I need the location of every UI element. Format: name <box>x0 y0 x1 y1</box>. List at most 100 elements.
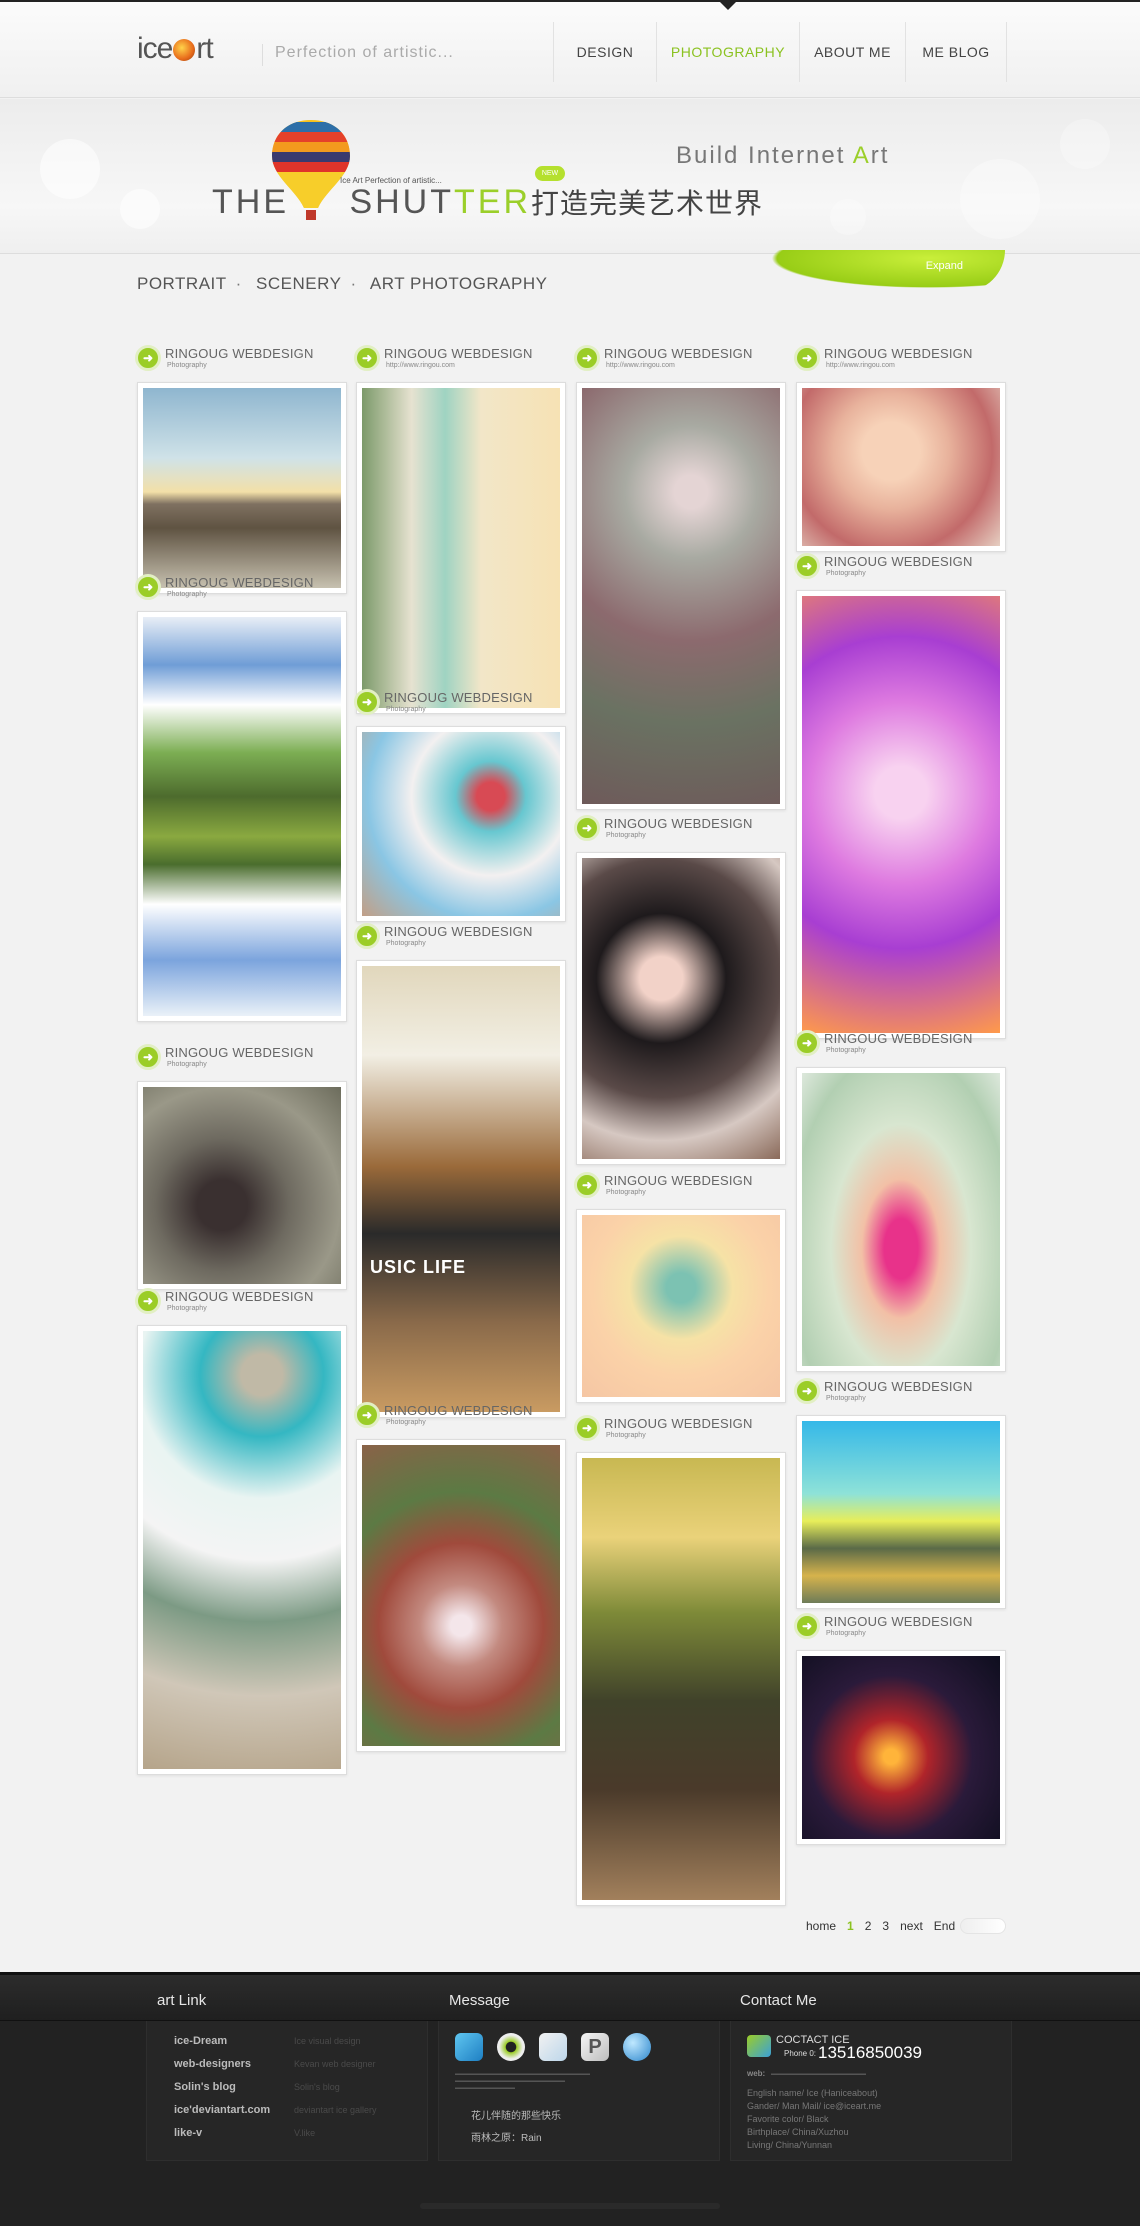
photo-card[interactable]: ➜ RINGOUG WEBDESIGN http://www.ringou.com <box>574 344 786 810</box>
arrow-right-circle-icon[interactable]: ➜ <box>574 1172 600 1198</box>
photo-frame[interactable] <box>576 1452 786 1906</box>
photo-card[interactable]: ➜ RINGOUG WEBDESIGN Photography <box>135 1043 347 1290</box>
arrow-right-circle-icon[interactable]: ➜ <box>135 345 161 371</box>
photo-frame[interactable] <box>576 382 786 810</box>
category-portrait[interactable]: PORTRAIT <box>137 274 227 293</box>
arrow-right-circle-icon[interactable]: ➜ <box>574 815 600 841</box>
photo-frame[interactable]: USIC LIFE <box>356 960 566 1418</box>
footer-link[interactable]: ice'deviantart.com <box>174 2104 270 2116</box>
photo-image[interactable] <box>582 858 780 1159</box>
footer-link[interactable]: ice-Dream <box>174 2035 227 2047</box>
globe-icon[interactable] <box>623 2033 651 2061</box>
page-1-link[interactable]: 1 <box>847 1919 854 1933</box>
photo-card[interactable]: ➜ RINGOUG WEBDESIGN Photography <box>794 1377 1006 1609</box>
photo-image[interactable] <box>582 1458 780 1900</box>
page-2-link[interactable]: 2 <box>865 1919 872 1933</box>
photo-image[interactable] <box>802 596 1000 1033</box>
site-logo[interactable]: ice rt <box>137 32 214 66</box>
card-title[interactable]: RINGOUG WEBDESIGN <box>384 690 533 705</box>
photo-frame[interactable] <box>576 852 786 1165</box>
photo-card[interactable]: ➜ RINGOUG WEBDESIGN Photography <box>794 1612 1006 1845</box>
photo-card[interactable]: ➜ RINGOUG WEBDESIGN Photography <box>354 688 566 922</box>
page-next-link[interactable]: next <box>900 1919 923 1933</box>
photo-image[interactable] <box>362 732 560 916</box>
photo-image[interactable]: USIC LIFE <box>362 966 560 1412</box>
nav-about-me[interactable]: ABOUT ME <box>799 22 905 82</box>
photo-card[interactable]: ➜ RINGOUG WEBDESIGN Photography <box>135 573 347 1022</box>
photo-frame[interactable] <box>356 382 566 714</box>
photo-image[interactable] <box>143 1087 341 1284</box>
nav-photography[interactable]: PHOTOGRAPHY <box>656 22 799 82</box>
photo-frame[interactable] <box>137 1081 347 1290</box>
photo-card[interactable]: ➜ RINGOUG WEBDESIGN Photography <box>135 344 347 594</box>
card-title[interactable]: RINGOUG WEBDESIGN <box>824 1614 973 1629</box>
card-title[interactable]: RINGOUG WEBDESIGN <box>165 346 314 361</box>
photo-image[interactable] <box>362 388 560 708</box>
photo-frame[interactable] <box>576 1209 786 1403</box>
photo-frame[interactable] <box>137 1325 347 1775</box>
photo-image[interactable] <box>362 1445 560 1746</box>
card-title[interactable]: RINGOUG WEBDESIGN <box>824 1379 973 1394</box>
photo-card[interactable]: ➜ RINGOUG WEBDESIGN Photography <box>574 814 786 1165</box>
photo-image[interactable] <box>582 1215 780 1397</box>
photo-image[interactable] <box>582 388 780 804</box>
photo-card[interactable]: ➜ RINGOUG WEBDESIGN Photography <box>794 552 1006 1039</box>
footer-link[interactable]: Solin's blog <box>174 2081 236 2093</box>
page-3-link[interactable]: 3 <box>882 1919 889 1933</box>
photo-image[interactable] <box>802 1421 1000 1603</box>
arrow-right-circle-icon[interactable]: ➜ <box>794 345 820 371</box>
photo-frame[interactable] <box>796 382 1006 552</box>
photo-frame[interactable] <box>356 1439 566 1752</box>
photo-image[interactable] <box>143 1331 341 1769</box>
card-title[interactable]: RINGOUG WEBDESIGN <box>604 346 753 361</box>
footer-link[interactable]: web-designers <box>174 2058 251 2070</box>
arrow-right-circle-icon[interactable]: ➜ <box>794 1378 820 1404</box>
photo-image[interactable] <box>802 388 1000 546</box>
photo-card[interactable]: ➜ RINGOUG WEBDESIGN Photography <box>574 1414 786 1906</box>
windows-icon[interactable] <box>455 2033 483 2061</box>
category-scenery[interactable]: SCENERY <box>256 274 341 293</box>
photo-card[interactable]: ➜ RINGOUG WEBDESIGN http://www.ringou.com <box>354 344 566 714</box>
arrow-right-circle-icon[interactable]: ➜ <box>354 1402 380 1428</box>
photo-frame[interactable] <box>137 611 347 1022</box>
photo-image[interactable] <box>802 1656 1000 1839</box>
arrow-right-circle-icon[interactable]: ➜ <box>135 1288 161 1314</box>
document-icon[interactable] <box>539 2033 567 2061</box>
photo-card[interactable]: ➜ RINGOUG WEBDESIGN Photography <box>574 1171 786 1403</box>
disc-icon[interactable] <box>497 2033 525 2061</box>
message-item[interactable]: 雨林之原：Rain <box>471 2129 542 2144</box>
arrow-right-circle-icon[interactable]: ➜ <box>574 345 600 371</box>
paypal-icon[interactable]: P <box>581 2033 609 2061</box>
photo-frame[interactable] <box>796 1067 1006 1372</box>
arrow-right-circle-icon[interactable]: ➜ <box>794 1030 820 1056</box>
nav-design[interactable]: DESIGN <box>553 22 656 82</box>
footer-link[interactable]: like-v <box>174 2127 202 2139</box>
photo-card[interactable]: ➜ RINGOUG WEBDESIGN Photography USIC LIFE <box>354 922 566 1418</box>
card-title[interactable]: RINGOUG WEBDESIGN <box>824 554 973 569</box>
expand-button[interactable]: Expand <box>750 250 1005 292</box>
photo-frame[interactable] <box>796 590 1006 1039</box>
nav-me-blog[interactable]: ME BLOG <box>905 22 1007 82</box>
card-title[interactable]: RINGOUG WEBDESIGN <box>165 1045 314 1060</box>
arrow-right-circle-icon[interactable]: ➜ <box>135 574 161 600</box>
arrow-right-circle-icon[interactable]: ➜ <box>794 553 820 579</box>
photo-frame[interactable] <box>137 382 347 594</box>
card-title[interactable]: RINGOUG WEBDESIGN <box>824 1031 973 1046</box>
photo-card[interactable]: ➜ RINGOUG WEBDESIGN Photography <box>794 1029 1006 1372</box>
photo-card[interactable]: ➜ RINGOUG WEBDESIGN http://www.ringou.com <box>794 344 1006 552</box>
message-item[interactable]: 花儿伴随的那些快乐 <box>471 2107 561 2122</box>
arrow-right-circle-icon[interactable]: ➜ <box>354 923 380 949</box>
card-title[interactable]: RINGOUG WEBDESIGN <box>824 346 973 361</box>
card-title[interactable]: RINGOUG WEBDESIGN <box>604 1416 753 1431</box>
photo-frame[interactable] <box>796 1415 1006 1609</box>
card-title[interactable]: RINGOUG WEBDESIGN <box>165 575 314 590</box>
photo-card[interactable]: ➜ RINGOUG WEBDESIGN Photography <box>135 1287 347 1775</box>
photo-image[interactable] <box>143 617 341 1016</box>
category-art-photography[interactable]: ART PHOTOGRAPHY <box>370 274 548 293</box>
arrow-right-circle-icon[interactable]: ➜ <box>135 1044 161 1070</box>
card-title[interactable]: RINGOUG WEBDESIGN <box>384 1403 533 1418</box>
card-title[interactable]: RINGOUG WEBDESIGN <box>604 816 753 831</box>
card-title[interactable]: RINGOUG WEBDESIGN <box>604 1173 753 1188</box>
photo-frame[interactable] <box>796 1650 1006 1845</box>
photo-image[interactable] <box>143 388 341 588</box>
